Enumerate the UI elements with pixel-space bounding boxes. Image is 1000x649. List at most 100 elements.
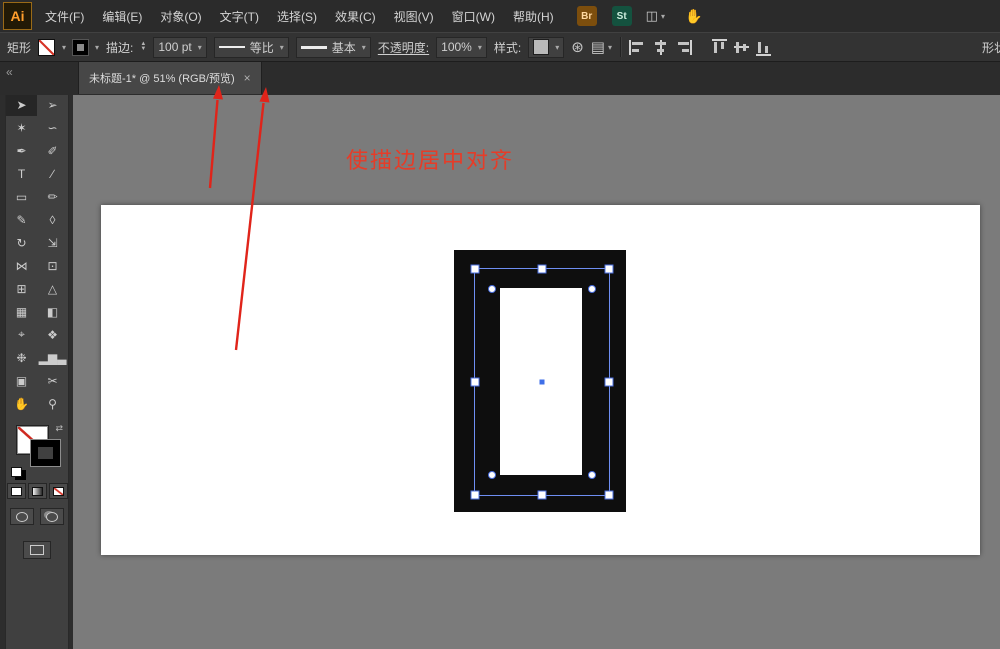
eyedropper-tool[interactable]: ⌖ — [6, 323, 37, 346]
menu-item-object[interactable]: 对象(O) — [151, 0, 210, 32]
hand-tool[interactable]: ✋ — [6, 392, 37, 415]
width-tool[interactable]: ⋈ — [6, 254, 37, 277]
selection-handle[interactable] — [604, 377, 614, 387]
collapse-panels-icon[interactable]: « — [6, 65, 13, 79]
align-right-button[interactable] — [675, 39, 692, 55]
arrange-documents-select[interactable]: ▤ ▾ — [591, 38, 612, 56]
paint-mode-row — [6, 483, 68, 499]
draw-behind-button[interactable] — [40, 508, 64, 525]
anchor-point[interactable] — [488, 471, 496, 479]
stroke-swatch[interactable] — [30, 439, 61, 467]
selection-tool[interactable]: ➤ — [6, 93, 37, 116]
bridge-button[interactable]: Br — [576, 6, 597, 26]
chevron-down-icon: ▾ — [660, 11, 665, 21]
none-mode-button[interactable] — [48, 483, 68, 499]
menu-item-type[interactable]: 文字(T) — [211, 0, 268, 32]
scale-tool[interactable]: ⇲ — [37, 231, 68, 254]
mesh-tool[interactable]: ▦ — [6, 300, 37, 323]
workspace-switcher[interactable]: ◫ ▾ — [646, 8, 665, 24]
variable-width-profile-select[interactable]: 等比 ▾ — [213, 36, 289, 58]
draw-normal-button[interactable] — [10, 508, 34, 525]
stroke-weight-stepper[interactable]: ▲ ▼ — [140, 41, 146, 52]
document-tab[interactable]: 未标题-1* @ 51% (RGB/预览) × — [78, 62, 262, 94]
rotate-tool[interactable]: ↻ — [6, 231, 37, 254]
tools-panel: ➤ ➢ ✶ ∽ ✒ ✐ T ∕ ▭ ✏ ✎ ◊ ↻ ⇲ ⋈ ⊡ ⊞ △ ▦ ◧ ⌖ ❖ ❉ ▂▆▃ ▣ ✂ ✋ ⚲ ⇄ — [5, 89, 69, 649]
curvature-tool[interactable]: ✐ — [37, 139, 68, 162]
stepper-down-icon[interactable]: ▼ — [140, 46, 146, 52]
default-fill-stroke-icon[interactable] — [11, 467, 22, 477]
magic-wand-tool[interactable]: ✶ — [6, 116, 37, 139]
paintbrush-tool-icon: ✏ — [47, 189, 58, 204]
opacity-select[interactable]: 100% ▾ — [436, 36, 487, 58]
type-tool[interactable]: T — [6, 162, 37, 185]
perspective-grid-tool[interactable]: △ — [37, 277, 68, 300]
eraser-tool[interactable]: ◊ — [37, 208, 68, 231]
color-mode-button[interactable] — [6, 483, 26, 499]
graphic-style-label[interactable]: 样式: — [494, 39, 521, 56]
draw-normal-icon — [16, 511, 28, 522]
menu-item-view[interactable]: 视图(V) — [385, 0, 443, 32]
close-icon[interactable]: × — [244, 71, 251, 85]
menu-item-file[interactable]: 文件(F) — [36, 0, 93, 32]
column-graph-tool[interactable]: ▂▆▃ — [37, 346, 68, 369]
opacity-label[interactable]: 不透明度: — [378, 39, 429, 56]
graphic-style-select[interactable]: ▾ — [528, 36, 565, 58]
selection-handle[interactable] — [470, 490, 480, 500]
selection-handle[interactable] — [537, 490, 547, 500]
align-left-button[interactable] — [629, 39, 646, 55]
menu-item-help[interactable]: 帮助(H) — [504, 0, 563, 32]
selection-handle[interactable] — [470, 377, 480, 387]
stroke-color-swatch[interactable] — [72, 38, 90, 56]
shape-builder-tool[interactable]: ⊞ — [6, 277, 37, 300]
rectangle-tool[interactable]: ▭ — [6, 185, 37, 208]
fill-color-swatch[interactable] — [38, 38, 56, 56]
menu-item-select[interactable]: 选择(S) — [268, 0, 326, 32]
center-point[interactable] — [539, 379, 545, 385]
zoom-tool[interactable]: ⚲ — [37, 392, 68, 415]
screen-mode-button[interactable] — [23, 541, 51, 559]
blend-tool[interactable]: ❖ — [37, 323, 68, 346]
touch-gesture-icon[interactable]: ✋ — [685, 8, 702, 25]
selection-bounding-box[interactable] — [470, 264, 614, 500]
slice-tool[interactable]: ✂ — [37, 369, 68, 392]
gradient-tool[interactable]: ◧ — [37, 300, 68, 323]
selection-handle[interactable] — [470, 264, 480, 274]
brush-definition-select[interactable]: 基本 ▾ — [295, 36, 371, 58]
shaper-tool[interactable]: ✎ — [6, 208, 37, 231]
pen-tool[interactable]: ✒ — [6, 139, 37, 162]
align-bottom-button[interactable] — [756, 39, 771, 56]
stock-button[interactable]: St — [611, 6, 632, 26]
type-tool-icon: T — [17, 166, 26, 181]
align-horizontal-center-button[interactable] — [653, 39, 668, 55]
gradient-mode-button[interactable] — [27, 483, 47, 499]
mesh-tool-icon: ▦ — [15, 304, 28, 319]
anchor-point[interactable] — [488, 285, 496, 293]
chevron-down-icon[interactable]: ▾ — [62, 43, 66, 52]
menu-item-edit[interactable]: 编辑(E) — [93, 0, 151, 32]
canvas[interactable]: 使描边居中对齐 — [73, 95, 1000, 649]
symbol-sprayer-tool[interactable]: ❉ — [6, 346, 37, 369]
align-vertical-center-button[interactable] — [734, 39, 749, 55]
artboard-tool[interactable]: ▣ — [6, 369, 37, 392]
swap-fill-stroke-icon[interactable]: ⇄ — [55, 423, 63, 434]
selection-handle[interactable] — [537, 264, 547, 274]
stroke-weight-select[interactable]: 100 pt ▾ — [153, 36, 207, 58]
shape-panel-label[interactable]: 形状 — [982, 39, 1000, 56]
paintbrush-tool[interactable]: ✏ — [37, 185, 68, 208]
anchor-point[interactable] — [588, 471, 596, 479]
selection-handle[interactable] — [604, 490, 614, 500]
anchor-point[interactable] — [588, 285, 596, 293]
selection-handle[interactable] — [604, 264, 614, 274]
lasso-tool[interactable]: ∽ — [37, 116, 68, 139]
lasso-tool-icon: ∽ — [47, 120, 58, 135]
recolor-artwork-icon[interactable]: ⊛ — [571, 38, 584, 56]
free-transform-tool[interactable]: ⊡ — [37, 254, 68, 277]
align-top-button[interactable] — [712, 38, 727, 56]
direct-selection-tool[interactable]: ➢ — [37, 93, 68, 116]
chevron-down-icon[interactable]: ▾ — [95, 43, 99, 52]
menu-item-effect[interactable]: 效果(C) — [326, 0, 385, 32]
screen-mode-row — [6, 541, 68, 559]
menu-item-window[interactable]: 窗口(W) — [443, 0, 504, 32]
stroke-weight-label[interactable]: 描边: — [106, 39, 133, 56]
line-segment-tool[interactable]: ∕ — [37, 162, 68, 185]
